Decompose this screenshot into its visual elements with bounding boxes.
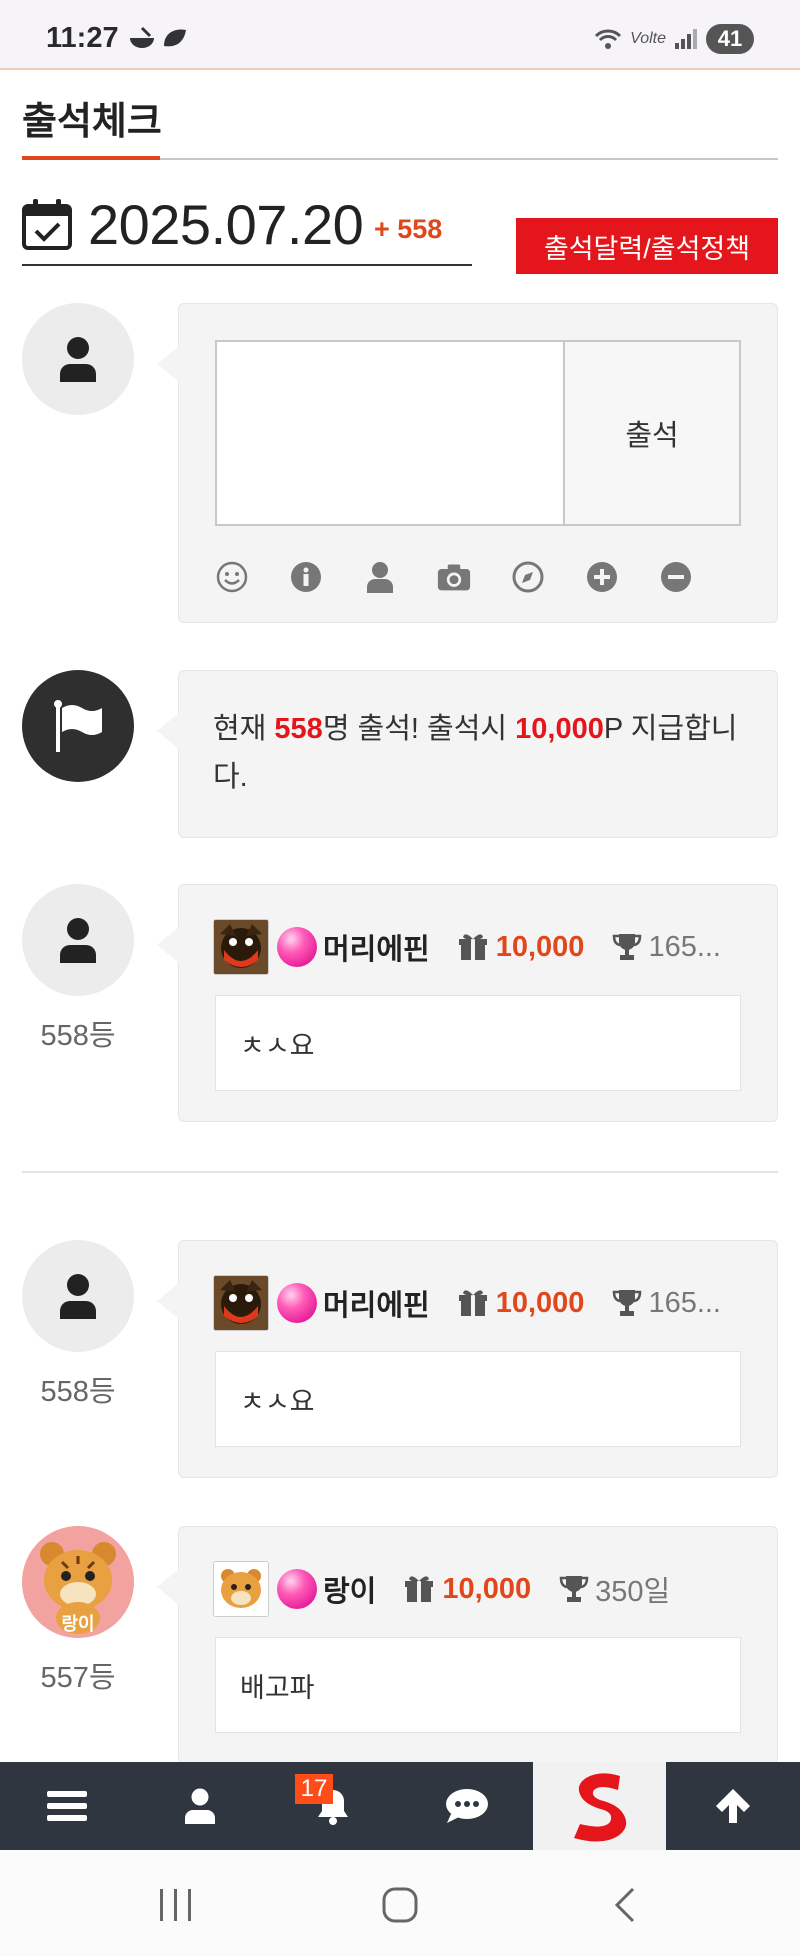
user-icon xyxy=(60,337,96,382)
attendance-input-card: 출석 xyxy=(157,303,778,623)
page-title: 출석체크 xyxy=(22,101,162,143)
status-time: 11:27 xyxy=(46,22,119,54)
status-bar: 11:27 Volte 41 xyxy=(0,0,800,70)
entry-rank: 557등 xyxy=(40,1662,116,1694)
chat-icon xyxy=(445,1789,488,1823)
attendance-date: 2025.07.20 xyxy=(88,193,364,256)
notification-badge: 17 xyxy=(294,1774,334,1804)
entry-days: 165... xyxy=(648,1286,721,1319)
compass-icon[interactable] xyxy=(511,560,545,594)
back-icon xyxy=(614,1887,635,1923)
entry-avatar[interactable] xyxy=(22,884,134,996)
profile-button[interactable] xyxy=(133,1762,266,1850)
site-logo-icon xyxy=(573,1773,626,1842)
recent-apps-button[interactable] xyxy=(146,1882,206,1928)
camera-icon[interactable] xyxy=(437,560,471,594)
entry-rank: 558등 xyxy=(40,1376,116,1408)
arrow-up-icon xyxy=(716,1789,751,1823)
entry-header: 머리에핀 10,000 165... xyxy=(213,1275,721,1331)
menu-icon xyxy=(46,1791,87,1821)
gift-icon xyxy=(458,1290,487,1316)
section-divider xyxy=(22,1171,778,1173)
user-icon xyxy=(60,918,96,963)
chat-button[interactable] xyxy=(400,1762,533,1850)
entry-nickname[interactable]: 머리에핀 xyxy=(323,1282,430,1324)
dog-avatar-icon[interactable] xyxy=(213,919,269,975)
back-button[interactable] xyxy=(594,1882,654,1928)
entry-avatar[interactable] xyxy=(22,1240,134,1352)
notification-button[interactable]: 17 xyxy=(267,1762,400,1850)
user-icon[interactable] xyxy=(363,560,397,594)
my-avatar xyxy=(22,303,134,415)
avatar-label: 랑이 xyxy=(61,1614,95,1634)
attendance-entry: 랑이 10,000 350일 배고파 xyxy=(157,1526,778,1764)
trophy-icon xyxy=(613,934,642,960)
entry-message: ㅊㅅ요 xyxy=(215,1351,741,1447)
entry-nickname[interactable]: 랑이 xyxy=(323,1568,376,1610)
notice-points: 10,000 xyxy=(515,713,604,745)
menu-button[interactable] xyxy=(0,1762,133,1850)
notice-text: 현재 558명 출석! 출석시 10,000P 지급합니다. xyxy=(213,705,753,801)
attend-submit-button[interactable]: 출석 xyxy=(563,340,741,526)
level-badge-icon xyxy=(277,927,317,967)
home-icon xyxy=(382,1887,418,1923)
entry-rank: 558등 xyxy=(40,1020,116,1052)
emoji-icon[interactable] xyxy=(215,560,249,594)
bowl-icon xyxy=(130,26,154,48)
attendance-entry: 머리에핀 10,000 165... ㅊㅅ요 xyxy=(157,884,778,1122)
site-logo-button[interactable] xyxy=(533,1762,667,1850)
system-nav-bar xyxy=(0,1850,800,1956)
info-icon[interactable] xyxy=(289,560,323,594)
entry-points: 10,000 xyxy=(442,1572,532,1605)
entry-days: 165... xyxy=(648,930,721,963)
trophy-icon xyxy=(559,1576,589,1602)
volte-indicator: Volte xyxy=(630,30,666,47)
signal-icon xyxy=(675,29,697,49)
wifi-icon xyxy=(595,29,622,49)
status-notification-icons xyxy=(128,26,188,52)
attendance-message-input[interactable] xyxy=(215,340,565,526)
attendance-notice-card: 현재 558명 출석! 출석시 10,000P 지급합니다. xyxy=(157,670,778,838)
user-icon xyxy=(60,1274,96,1319)
home-button[interactable] xyxy=(370,1882,430,1928)
title-accent-bar xyxy=(22,156,160,160)
entry-header: 랑이 10,000 350일 xyxy=(213,1561,670,1617)
entry-message: ㅊㅅ요 xyxy=(215,995,741,1091)
calendar-check-icon xyxy=(22,199,72,250)
entry-points: 10,000 xyxy=(495,1286,585,1319)
entry-message: 배고파 xyxy=(215,1637,741,1733)
recent-apps-icon xyxy=(160,1889,191,1921)
dog-avatar-icon[interactable] xyxy=(213,1275,269,1331)
attendance-count: + 558 xyxy=(374,214,443,244)
attendance-entry: 머리에핀 10,000 165... ㅊㅅ요 xyxy=(157,1240,778,1478)
leaf-icon xyxy=(164,29,186,47)
notice-prefix: 현재 xyxy=(213,713,275,745)
battery-level: 41 xyxy=(706,24,754,54)
trophy-icon xyxy=(613,1290,642,1316)
date-header: 2025.07.20 + 558 xyxy=(22,192,472,266)
gift-icon xyxy=(458,934,487,960)
entry-points: 10,000 xyxy=(495,930,585,963)
level-badge-icon xyxy=(277,1569,317,1609)
tiger-avatar-icon[interactable] xyxy=(213,1561,269,1617)
notice-count: 558 xyxy=(274,713,323,745)
entry-nickname[interactable]: 머리에핀 xyxy=(323,926,430,968)
level-badge-icon xyxy=(277,1283,317,1323)
scroll-top-button[interactable] xyxy=(666,1762,799,1850)
status-right: Volte 41 xyxy=(594,24,754,54)
plus-circle-icon[interactable] xyxy=(585,560,619,594)
attendance-policy-button[interactable]: 출석달력/출석정책 xyxy=(516,218,778,274)
flag-icon xyxy=(54,700,102,752)
notice-mid: 명 출석! 출석시 xyxy=(322,713,516,745)
input-toolbar xyxy=(215,560,693,594)
notice-avatar xyxy=(22,670,134,782)
gift-icon xyxy=(405,1576,434,1602)
entry-header: 머리에핀 10,000 165... xyxy=(213,919,721,975)
entry-days: 350일 xyxy=(595,1576,671,1608)
user-icon xyxy=(184,1788,215,1824)
bottom-nav: 17 xyxy=(0,1762,800,1850)
tiger-avatar[interactable]: 랑이 xyxy=(22,1526,134,1638)
minus-circle-icon[interactable] xyxy=(659,560,693,594)
